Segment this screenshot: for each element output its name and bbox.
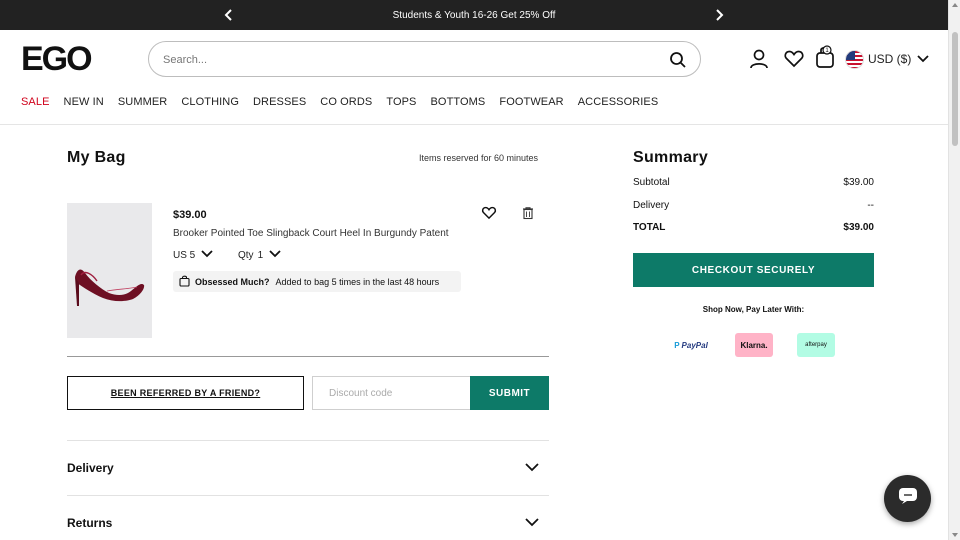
chevron-down-icon [269, 250, 281, 261]
chevron-right-icon[interactable] [711, 7, 727, 23]
nav-item-summer[interactable]: SUMMER [118, 96, 168, 108]
header-divider [0, 124, 948, 125]
bag-title: My Bag [67, 149, 126, 166]
summary-label: Delivery [633, 200, 670, 211]
accordion-divider [67, 440, 549, 441]
summary-row-delivery: Delivery -- [633, 200, 874, 211]
main-nav: SALE NEW IN SUMMER CLOTHING DRESSES CO O… [21, 96, 672, 108]
user-icon[interactable] [748, 48, 770, 70]
nav-item-co-ords[interactable]: CO ORDS [320, 96, 372, 108]
search-bar[interactable] [148, 41, 701, 77]
heart-icon[interactable] [783, 48, 805, 70]
nav-item-accessories[interactable]: ACCESSORIES [578, 96, 659, 108]
us-flag-icon [845, 49, 864, 69]
klarna-logo: Klarna. [735, 333, 773, 357]
pay-later-label: Shop Now, Pay Later With: [702, 305, 805, 314]
nav-item-dresses[interactable]: DRESSES [253, 96, 306, 108]
product-price: $39.00 [173, 209, 207, 221]
chevron-left-icon[interactable] [221, 7, 237, 23]
qty-value: 1 [257, 250, 264, 261]
scroll-up-icon[interactable] [952, 3, 958, 7]
nav-item-footwear[interactable]: FOOTWEAR [499, 96, 563, 108]
scrollbar-thumb[interactable] [952, 32, 958, 146]
product-name[interactable]: Brooker Pointed Toe Slingback Court Heel… [173, 228, 449, 239]
chevron-down-icon [525, 516, 539, 530]
chat-button[interactable] [884, 475, 931, 522]
logo[interactable]: EGO [21, 42, 93, 76]
summary-value: -- [867, 200, 874, 211]
delivery-label: Delivery [67, 461, 114, 475]
summary-row-subtotal: Subtotal $39.00 [633, 177, 874, 188]
paypal-logo: P PayPal [672, 333, 710, 357]
submit-discount-button[interactable]: SUBMIT [470, 376, 549, 410]
size-value: US 5 [173, 250, 196, 261]
paypal-text: PayPal [681, 340, 708, 350]
nav-item-bottoms[interactable]: BOTTOMS [430, 96, 485, 108]
search-input[interactable] [163, 51, 643, 69]
nav-item-tops[interactable]: TOPS [386, 96, 416, 108]
size-selector[interactable]: US 5 [173, 250, 213, 261]
summary-label: Subtotal [633, 177, 670, 188]
accordion-divider [67, 495, 549, 496]
nav-item-sale[interactable]: SALE [21, 96, 50, 108]
returns-accordion[interactable]: Returns [67, 513, 549, 533]
scroll-down-icon[interactable] [952, 533, 958, 537]
chevron-down-icon [917, 52, 929, 66]
nav-item-clothing[interactable]: CLOTHING [181, 96, 239, 108]
delivery-accordion[interactable]: Delivery [67, 458, 549, 478]
discount-code-input[interactable] [312, 376, 471, 410]
summary-label: TOTAL [633, 222, 666, 233]
bag-icon[interactable]: 1 [814, 44, 836, 68]
qty-label: Qty [238, 250, 254, 261]
summary-row-total: TOTAL $39.00 [633, 222, 874, 233]
promo-text[interactable]: Students & Youth 16-26 Get 25% Off [393, 10, 556, 21]
product-image[interactable] [67, 203, 152, 338]
search-icon[interactable] [669, 51, 687, 69]
qty-selector[interactable]: Qty 1 [238, 250, 281, 261]
chat-icon [898, 487, 918, 510]
summary-value: $39.00 [843, 222, 874, 233]
chevron-down-icon [201, 250, 213, 261]
obsessed-title: Obsessed Much? [195, 276, 270, 287]
reserved-note: Items reserved for 60 minutes [419, 153, 539, 163]
afterpay-logo: afterpay [797, 333, 835, 357]
paypal-icon: P [674, 340, 680, 350]
promo-bar: Students & Youth 16-26 Get 25% Off [0, 0, 948, 30]
checkout-button[interactable]: CHECKOUT SECURELY [633, 253, 874, 287]
bag-small-icon [179, 275, 190, 289]
nav-item-new-in[interactable]: NEW IN [64, 96, 104, 108]
chevron-down-icon [525, 461, 539, 475]
trash-icon[interactable] [521, 206, 535, 220]
wishlist-heart-icon[interactable] [481, 205, 497, 221]
currency-label: USD ($) [868, 52, 912, 66]
currency-selector[interactable]: USD ($) [845, 49, 929, 69]
returns-label: Returns [67, 516, 113, 530]
summary-title: Summary [633, 149, 709, 166]
obsessed-badge: Obsessed Much? Added to bag 5 times in t… [173, 271, 461, 292]
page-scrollbar[interactable] [948, 0, 960, 540]
item-divider [67, 356, 549, 357]
summary-value: $39.00 [843, 177, 874, 188]
referred-friend-button[interactable]: BEEN REFERRED BY A FRIEND? [67, 376, 304, 410]
obsessed-text: Added to bag 5 times in the last 48 hour… [275, 276, 440, 287]
